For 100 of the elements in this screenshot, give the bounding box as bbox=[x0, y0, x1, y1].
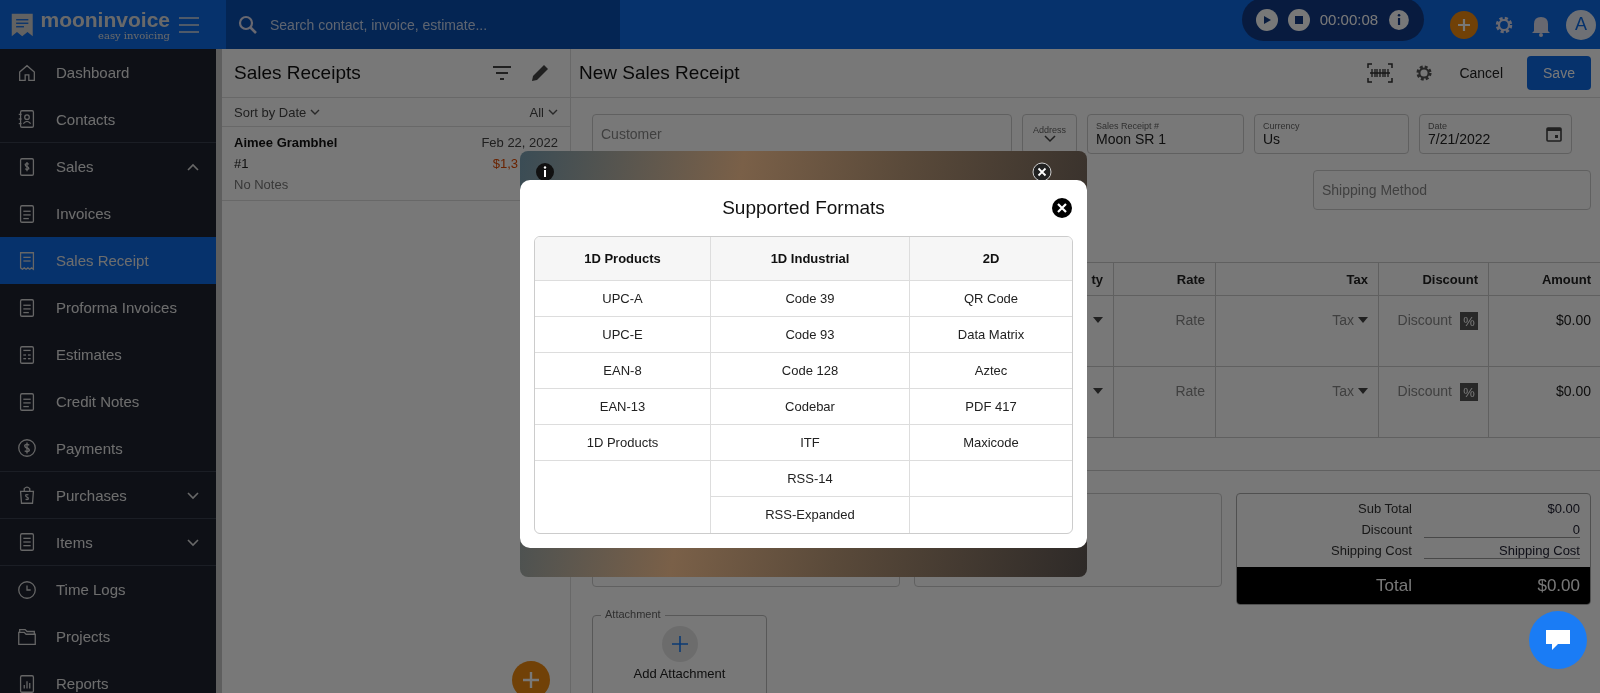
caret-icon bbox=[1358, 317, 1368, 323]
search-field[interactable]: Search contact, invoice, estimate... bbox=[226, 0, 620, 49]
filter-dropdown[interactable]: All bbox=[529, 104, 558, 120]
user-avatar[interactable]: A bbox=[1566, 9, 1596, 40]
page-title: New Sales Receipt bbox=[579, 62, 741, 84]
format-name: Aztec bbox=[974, 363, 1008, 378]
speech-bubble-icon bbox=[1544, 627, 1572, 653]
tax-dropdown[interactable]: Tax bbox=[1332, 312, 1368, 328]
tax-dropdown[interactable]: Tax bbox=[1332, 383, 1368, 399]
stop-button[interactable] bbox=[1287, 8, 1310, 31]
sidebar-item[interactable]: Estimates bbox=[0, 331, 216, 378]
rate-field[interactable]: Rate bbox=[1175, 383, 1205, 399]
cancel-button[interactable]: Cancel bbox=[1455, 61, 1507, 85]
shipping-method-field[interactable]: Shipping Method bbox=[1313, 170, 1591, 210]
clock-icon bbox=[16, 578, 38, 601]
receipt-number: #1 bbox=[234, 156, 250, 171]
format-name: RSS-Expanded bbox=[765, 507, 855, 522]
calendar-icon[interactable] bbox=[1545, 125, 1563, 143]
sort-dropdown[interactable]: Sort by Date bbox=[234, 104, 321, 120]
search-icon bbox=[238, 14, 258, 35]
menu-icon bbox=[178, 16, 200, 33]
discount-field[interactable]: Discount bbox=[1397, 312, 1452, 328]
sidebar-item[interactable]: Credit Notes bbox=[0, 378, 216, 425]
format-name: Code 39 bbox=[785, 291, 835, 306]
chevron-down-icon bbox=[548, 109, 558, 115]
column-header: ty bbox=[1091, 271, 1103, 287]
total-value: $0.00 bbox=[1536, 575, 1580, 596]
column-header: 1D Industrial bbox=[770, 251, 850, 266]
format-name: EAN-13 bbox=[599, 399, 646, 414]
receipt-amount: $1,3 bbox=[491, 156, 518, 171]
sidebar-item[interactable]: Sales Receipt bbox=[0, 237, 216, 284]
percent-toggle[interactable]: % bbox=[1460, 312, 1478, 330]
add-attachment-button[interactable]: Add Attachment bbox=[633, 666, 726, 681]
attachment-legend: Attachment bbox=[601, 608, 665, 620]
add-button[interactable] bbox=[1450, 10, 1478, 39]
plus-icon bbox=[522, 671, 540, 689]
shipping-cost-input[interactable]: Shipping Cost bbox=[1424, 542, 1580, 559]
dialog-title: Supported Formats bbox=[722, 197, 885, 219]
format-name: Data Matrix bbox=[957, 327, 1025, 342]
sidebar-item[interactable]: Sales bbox=[0, 143, 216, 190]
customer-name: Aimee Grambhel bbox=[234, 135, 339, 150]
receipt-date: Feb 22, 2022 bbox=[481, 135, 558, 150]
chevron-down-icon bbox=[310, 109, 321, 115]
receipt-number-field[interactable]: Sales Receipt # Moon SR 1 bbox=[1087, 114, 1244, 154]
format-name: Code 128 bbox=[781, 363, 839, 378]
sidebar-item[interactable]: Time Logs bbox=[0, 566, 216, 613]
format-name: PDF 417 bbox=[965, 399, 1017, 414]
play-button[interactable] bbox=[1256, 8, 1278, 31]
rate-field[interactable]: Rate bbox=[1175, 312, 1205, 328]
format-name: Codebar bbox=[785, 399, 835, 414]
date-field[interactable]: Date 7/21/2022 bbox=[1419, 114, 1572, 154]
pencil-icon bbox=[530, 63, 550, 83]
add-attachment-icon[interactable] bbox=[661, 626, 698, 662]
filter-button[interactable] bbox=[492, 65, 512, 81]
sidebar-item[interactable]: Invoices bbox=[0, 190, 216, 237]
panel-title: Sales Receipts bbox=[234, 62, 362, 84]
column-header: Amount bbox=[1541, 271, 1591, 287]
totals-label: Shipping Cost bbox=[1330, 543, 1412, 558]
caret-icon[interactable] bbox=[1093, 388, 1103, 394]
filter-icon bbox=[492, 65, 512, 81]
save-button[interactable]: Save bbox=[1527, 56, 1591, 90]
plus-icon bbox=[1457, 17, 1471, 32]
chevron-down-icon bbox=[1043, 135, 1056, 143]
format-name: Code 93 bbox=[785, 327, 835, 342]
format-name: UPC-E bbox=[602, 327, 643, 342]
sidebar-item[interactable]: Proforma Invoices bbox=[0, 284, 216, 331]
dollar-circle-icon bbox=[16, 437, 38, 459]
format-name: Maxicode bbox=[963, 435, 1019, 450]
totals-label: Discount bbox=[1360, 522, 1412, 537]
play-icon bbox=[1261, 14, 1272, 25]
column-header: Tax bbox=[1346, 271, 1368, 287]
discount-field[interactable]: Discount bbox=[1397, 383, 1452, 399]
close-icon bbox=[1051, 197, 1073, 219]
totals-label: Sub Total bbox=[1357, 501, 1412, 516]
sidebar-item[interactable]: Dashboard bbox=[0, 49, 216, 96]
logo-name: mooninvoice bbox=[40, 8, 170, 30]
edit-button[interactable] bbox=[530, 63, 550, 83]
format-name: QR Code bbox=[963, 291, 1019, 306]
column-header: Rate bbox=[1176, 271, 1205, 287]
currency-field[interactable]: Currency Us bbox=[1254, 114, 1409, 154]
sidebar-item[interactable]: Projects bbox=[0, 613, 216, 660]
percent-toggle[interactable]: % bbox=[1460, 383, 1478, 401]
discount-input[interactable]: 0 bbox=[1424, 521, 1580, 538]
caret-icon bbox=[1358, 388, 1368, 394]
barcode-scan-icon[interactable] bbox=[1367, 63, 1394, 83]
total-label: Total bbox=[1375, 575, 1412, 596]
logo-tagline: easy invoicing bbox=[98, 30, 170, 41]
format-name: RSS-14 bbox=[787, 471, 833, 486]
format-name: EAN-8 bbox=[603, 363, 642, 378]
totals-value: $0.00 bbox=[1546, 501, 1580, 516]
caret-icon[interactable] bbox=[1093, 317, 1103, 323]
info-icon[interactable] bbox=[535, 162, 555, 182]
timer-text: 00:00:08 bbox=[1319, 11, 1379, 28]
column-header: 1D Products bbox=[584, 251, 661, 266]
format-name: ITF bbox=[800, 435, 820, 450]
sidebar-item[interactable]: Reports bbox=[0, 660, 216, 693]
line-amount: $0.00 bbox=[1555, 383, 1591, 399]
close-button[interactable] bbox=[1051, 197, 1073, 219]
stop-icon bbox=[1293, 14, 1304, 25]
column-header: Discount bbox=[1422, 271, 1478, 287]
